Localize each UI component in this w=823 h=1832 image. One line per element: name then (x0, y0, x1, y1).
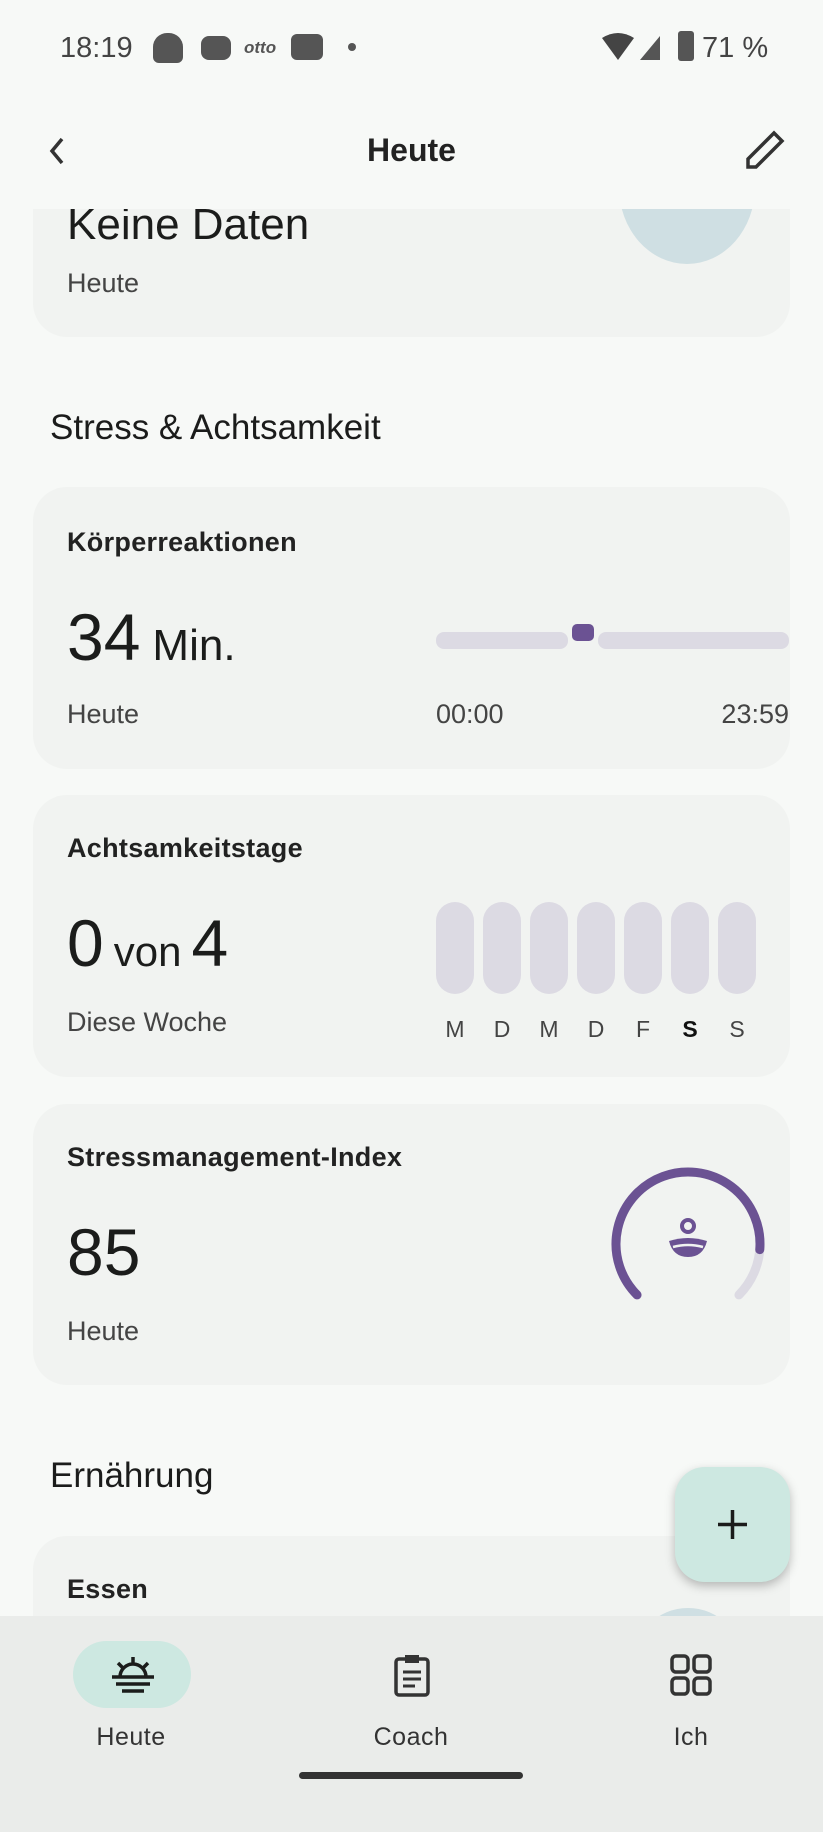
day-bar (718, 902, 756, 994)
card-sub: Diese Woche (67, 1007, 228, 1037)
day-label: D (493, 1016, 511, 1042)
value-row: 34 Min. (67, 599, 236, 675)
bottom-nav: Heute Coach Ich (0, 1616, 823, 1832)
card-sub: Heute (67, 699, 140, 729)
snapchat-icon (153, 33, 183, 63)
stress-value: 85 (67, 1215, 141, 1289)
grid-icon (670, 1654, 712, 1696)
day-bar (624, 902, 662, 994)
value-row: 0 von 4 (67, 905, 228, 981)
page-title: Heute (367, 132, 456, 168)
meditation-icon (669, 1218, 707, 1257)
timeline-track-right (598, 632, 789, 649)
card-sub: Heute (67, 1316, 140, 1346)
card-title: Achtsamkeitstage (67, 833, 303, 863)
day-bar (577, 902, 615, 994)
home-indicator[interactable] (299, 1772, 523, 1779)
stress-gauge (611, 1167, 765, 1300)
pencil-icon[interactable] (742, 129, 786, 173)
nav-heute[interactable]: Heute (53, 1641, 213, 1751)
day-bar (436, 902, 474, 994)
app-bar: Heute (0, 95, 823, 209)
day-label: S (729, 1016, 745, 1042)
body-responses-card[interactable]: Körperreaktionen 34 Min. Heute 00:00 23:5… (33, 487, 790, 769)
timeline-start: 00:00 (436, 699, 504, 729)
nav-ich[interactable]: Ich (611, 1641, 771, 1751)
clipboard-icon (394, 1655, 430, 1697)
sunrise-icon (112, 1657, 154, 1693)
status-time: 18:19 (60, 32, 133, 64)
body-value: 34 (67, 600, 141, 674)
days-value: 0 (67, 906, 104, 980)
wifi-icon (602, 33, 660, 60)
battery-icon (678, 31, 694, 61)
day-label: M (445, 1016, 465, 1042)
nav-label: Coach (373, 1723, 449, 1751)
timeline-end: 23:59 (721, 699, 789, 729)
day-bar (483, 902, 521, 994)
youtube-icon (291, 34, 323, 60)
section-stress: Stress & Achtsamkeit (50, 408, 381, 447)
nav-coach[interactable]: Coach (331, 1641, 491, 1751)
nav-label: Heute (96, 1723, 166, 1751)
day-label: F (635, 1016, 651, 1042)
card-title: Essen (67, 1574, 149, 1604)
plus-icon (718, 1510, 747, 1539)
discord-icon (201, 36, 231, 60)
timeline-marker (572, 624, 594, 641)
day-label: M (539, 1016, 559, 1042)
section-nutrition: Ernährung (50, 1456, 214, 1495)
card-title: Körperreaktionen (67, 527, 297, 557)
day-label: S (682, 1016, 698, 1042)
dot-icon (348, 43, 356, 51)
of-label: von (113, 928, 182, 975)
status-bar: 18:19 otto 71 % (0, 0, 823, 95)
card-title: Stressmanagement-Index (67, 1142, 403, 1172)
day-bar (530, 902, 568, 994)
nav-label: Ich (673, 1723, 709, 1751)
add-button[interactable] (675, 1467, 790, 1582)
body-unit: Min. (152, 621, 236, 670)
battery-level: 71 % (702, 32, 769, 64)
otto-icon: otto (244, 38, 277, 57)
days-goal: 4 (191, 906, 229, 980)
timeline-track-left (436, 632, 568, 649)
day-label: D (587, 1016, 605, 1042)
partial-card-sub: Heute (67, 268, 140, 298)
stress-index-card[interactable]: Stressmanagement-Index 85 Heute (33, 1104, 790, 1385)
day-bar (671, 902, 709, 994)
